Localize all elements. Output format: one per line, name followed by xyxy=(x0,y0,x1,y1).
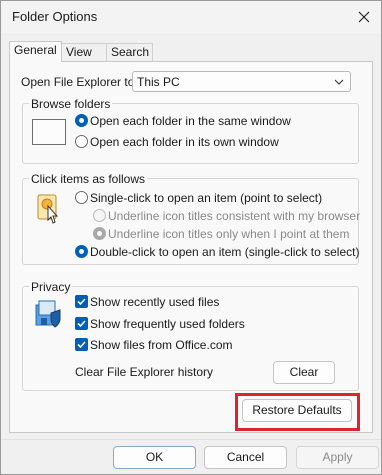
double-click-radio[interactable] xyxy=(75,245,88,258)
frequent-folders-label: Show frequently used folders xyxy=(90,317,245,331)
single-click-label: Single-click to open an item (point to s… xyxy=(90,191,323,205)
checkmark-icon xyxy=(77,298,86,306)
single-click-radio[interactable] xyxy=(75,191,88,204)
office-files-label: Show files from Office.com xyxy=(90,338,233,352)
same-window-label: Open each folder in the same window xyxy=(90,114,291,128)
folder-options-dialog: Folder Options General View Search Open … xyxy=(0,0,382,475)
office-files-checkbox[interactable] xyxy=(75,338,88,351)
tab-view[interactable]: View xyxy=(61,43,107,61)
apply-button[interactable]: Apply xyxy=(296,446,379,469)
window-title: Folder Options xyxy=(12,9,98,24)
clear-history-label: Clear File Explorer history xyxy=(75,365,214,379)
pointer-click-icon xyxy=(37,194,59,224)
open-explorer-dropdown[interactable]: This PC xyxy=(132,71,351,92)
click-items-title: Click items as follows xyxy=(29,172,148,186)
chevron-down-icon xyxy=(334,79,344,85)
restore-defaults-button[interactable]: Restore Defaults xyxy=(242,399,352,422)
privacy-shield-icon xyxy=(35,300,61,328)
close-icon xyxy=(358,11,370,23)
footer-divider xyxy=(1,439,381,440)
browse-folders-illustration xyxy=(32,119,66,145)
own-window-label: Open each folder in its own window xyxy=(90,135,279,149)
frequent-folders-checkbox[interactable] xyxy=(75,317,88,330)
browse-folders-group xyxy=(22,103,359,164)
recent-files-checkbox[interactable] xyxy=(75,295,88,308)
ok-button[interactable]: OK xyxy=(113,446,196,469)
recent-files-label: Show recently used files xyxy=(90,295,220,309)
tab-search[interactable]: Search xyxy=(106,43,153,61)
close-button[interactable] xyxy=(349,1,381,33)
tab-general[interactable]: General xyxy=(9,41,62,62)
open-explorer-value: This PC xyxy=(137,75,180,89)
underline-point-label: Underline icon titles only when I point … xyxy=(108,227,350,241)
underline-point-radio[interactable] xyxy=(93,227,106,240)
cancel-button[interactable]: Cancel xyxy=(204,446,287,469)
underline-consistent-label: Underline icon titles consistent with my… xyxy=(108,209,361,223)
double-click-label: Double-click to open an item (single-cli… xyxy=(90,245,360,259)
browse-folders-title: Browse folders xyxy=(29,97,113,111)
title-bar: Folder Options xyxy=(1,1,381,33)
same-window-radio[interactable] xyxy=(75,114,88,127)
privacy-title: Privacy xyxy=(29,280,73,294)
open-explorer-label: Open File Explorer to: xyxy=(21,75,138,89)
underline-consistent-radio[interactable] xyxy=(93,209,106,222)
checkmark-icon xyxy=(77,341,86,349)
checkmark-icon xyxy=(77,320,86,328)
own-window-radio[interactable] xyxy=(75,135,88,148)
clear-button[interactable]: Clear xyxy=(273,361,335,384)
